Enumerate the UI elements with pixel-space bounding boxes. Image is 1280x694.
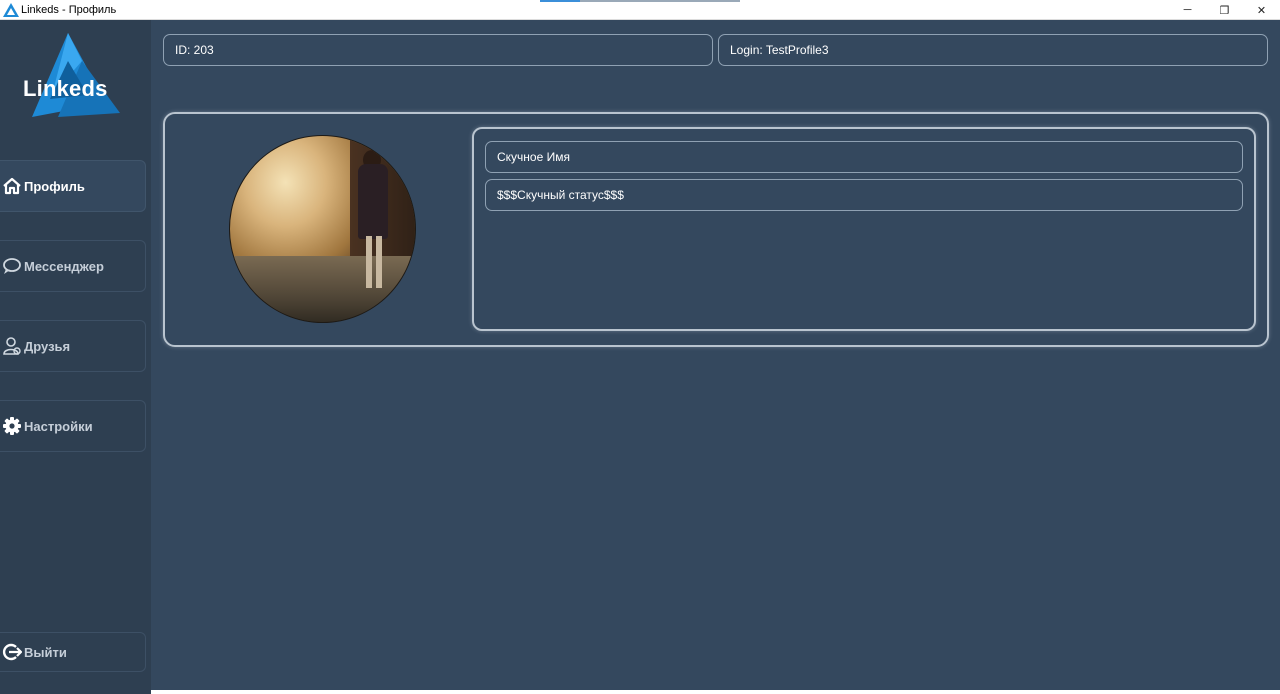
id-field-text: ID: 203	[175, 43, 214, 57]
app-logo-icon	[3, 2, 19, 17]
avatar-person-body	[358, 164, 388, 239]
login-field[interactable]: Login: TestProfile3	[718, 34, 1268, 66]
logout-icon	[2, 642, 22, 662]
sidebar-item-settings[interactable]: Настройки	[0, 400, 146, 452]
sidebar: Linkeds Профиль Мессенджер Друзья Настро…	[0, 20, 151, 694]
login-field-text: Login: TestProfile3	[730, 43, 829, 57]
logout-button[interactable]: Выйти	[0, 632, 146, 672]
title-accent-bar	[540, 0, 740, 2]
logo-text: Linkeds	[23, 76, 108, 101]
bottom-border	[151, 690, 1280, 694]
sidebar-item-profile[interactable]: Профиль	[0, 160, 146, 212]
sidebar-item-label: Профиль	[24, 178, 85, 194]
status-field-text: $$$Скучный статус$$$	[497, 188, 624, 202]
id-field[interactable]: ID: 203	[163, 34, 713, 66]
sidebar-item-friends[interactable]: Друзья	[0, 320, 146, 372]
sidebar-item-label: Друзья	[24, 338, 71, 354]
avatar[interactable]	[229, 135, 416, 323]
gear-icon	[2, 416, 22, 436]
minimize-button[interactable]: ─	[1169, 0, 1206, 20]
window-title: Linkeds - Профиль	[21, 3, 117, 16]
status-field[interactable]: $$$Скучный статус$$$	[485, 179, 1243, 211]
logout-label: Выйти	[24, 644, 67, 660]
restore-button[interactable]: ❐	[1206, 0, 1243, 20]
name-field-text: Скучное Имя	[497, 150, 570, 164]
avatar-person-legs	[366, 236, 382, 288]
chat-icon	[2, 256, 22, 276]
window-title-bar: Linkeds - Профиль ─ ❐ ✕	[0, 0, 1280, 20]
home-icon	[2, 176, 22, 196]
sidebar-item-messenger[interactable]: Мессенджер	[0, 240, 146, 292]
name-field[interactable]: Скучное Имя	[485, 141, 1243, 173]
sidebar-item-label: Настройки	[24, 418, 93, 434]
sidebar-item-label: Мессенджер	[24, 258, 104, 274]
friend-icon	[2, 336, 22, 356]
close-button[interactable]: ✕	[1243, 0, 1280, 20]
avatar-floor	[230, 256, 415, 322]
